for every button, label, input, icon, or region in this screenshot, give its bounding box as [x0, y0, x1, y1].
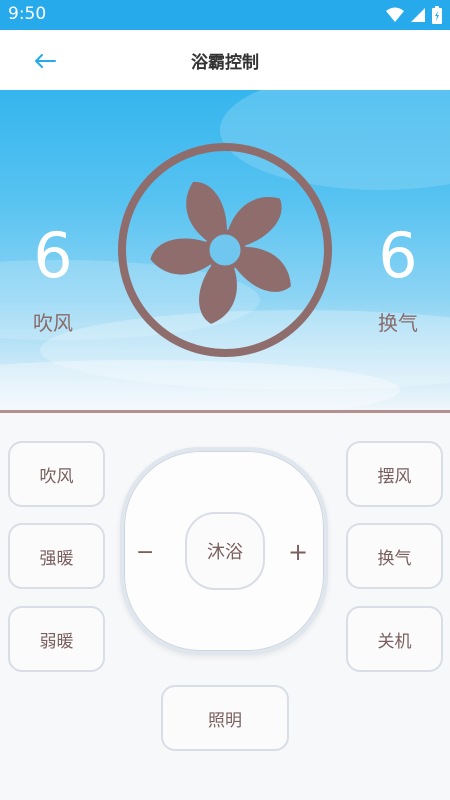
page-title: 浴霸控制: [191, 53, 259, 73]
blow-level: 6: [33, 219, 73, 292]
status-bar: 9:50: [0, 0, 450, 30]
status-icons: [386, 6, 442, 24]
vent-level: 6: [378, 219, 418, 292]
swing-button[interactable]: 摆风: [346, 441, 443, 507]
light-button[interactable]: 照明: [161, 685, 289, 751]
blow-label: 吹风: [33, 311, 73, 335]
battery-icon: [432, 6, 442, 24]
wifi-icon: [386, 7, 404, 22]
signal-icon: [411, 8, 425, 22]
panel-divider: [0, 410, 450, 413]
app-bar: 浴霸控制: [0, 30, 450, 90]
power-off-button[interactable]: 关机: [346, 606, 443, 672]
vent-metric: 6 换气: [353, 225, 443, 336]
fan-icon: [118, 143, 332, 357]
blow-button[interactable]: 吹风: [8, 441, 105, 507]
bath-button[interactable]: 沐浴: [185, 512, 265, 590]
strong-heat-button[interactable]: 强暖: [8, 523, 105, 589]
weak-heat-button[interactable]: 弱暖: [8, 606, 105, 672]
ventilate-button[interactable]: 换气: [346, 523, 443, 589]
status-time: 9:50: [8, 4, 47, 24]
increase-button[interactable]: +: [288, 538, 308, 566]
decrease-button[interactable]: −: [136, 540, 154, 565]
vent-label: 换气: [378, 311, 418, 335]
blow-metric: 6 吹风: [8, 225, 98, 336]
